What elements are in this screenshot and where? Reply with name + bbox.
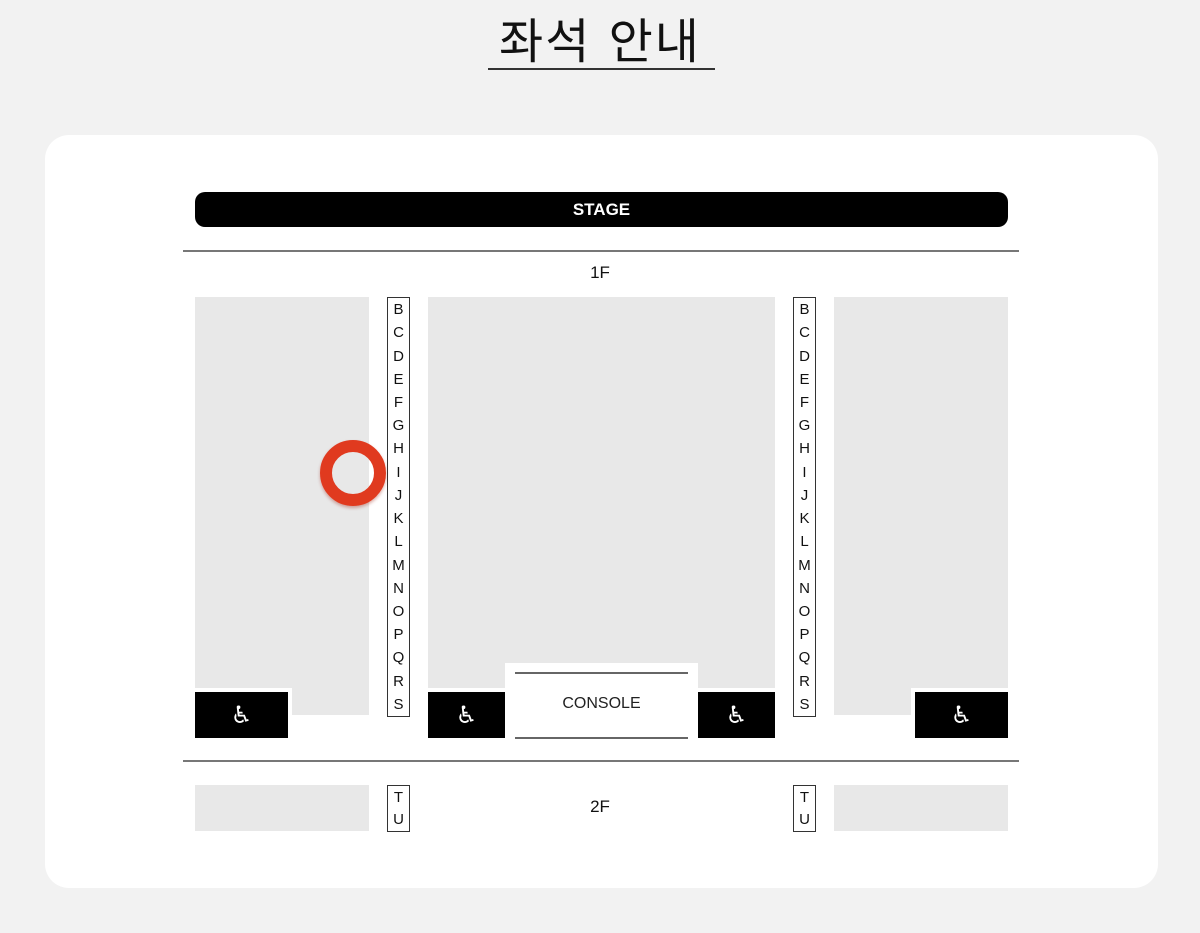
- wheelchair-icon: ♿︎: [950, 701, 973, 729]
- row-letter: U: [799, 811, 810, 829]
- row-letter: S: [393, 695, 404, 713]
- row-letter: L: [800, 533, 809, 551]
- row-letter: N: [799, 579, 810, 597]
- row-letter: T: [393, 788, 404, 806]
- row-letter: M: [392, 556, 405, 574]
- row-letters-left-2f: TU: [387, 785, 410, 832]
- row-letter: B: [393, 301, 404, 319]
- row-letter: O: [798, 602, 811, 620]
- row-letter: P: [393, 626, 404, 644]
- wheelchair-icon: ♿︎: [230, 701, 253, 729]
- row-letter: G: [392, 417, 405, 435]
- divider: [183, 760, 1019, 762]
- floor-label-1f: 1F: [590, 263, 610, 282]
- row-letter: C: [393, 324, 404, 342]
- wheelchair-icon: ♿︎: [455, 701, 478, 729]
- row-letter: E: [799, 370, 810, 388]
- row-letter: J: [800, 486, 809, 504]
- page-title: 좌석 안내: [499, 14, 701, 70]
- row-letters-right: BCDEFGHIJKLMNOPQRS: [793, 297, 816, 717]
- stage: STAGE: [195, 192, 1008, 227]
- row-letter: K: [799, 510, 810, 528]
- row-letter: I: [396, 463, 401, 481]
- console-label: CONSOLE: [562, 695, 641, 712]
- wheelchair-area-center-right[interactable]: ♿︎: [694, 688, 779, 742]
- row-letter: I: [802, 463, 807, 481]
- row-letter: R: [799, 672, 810, 690]
- console-line: [515, 737, 688, 739]
- section-left-1f[interactable]: [195, 297, 369, 715]
- row-letter: B: [799, 301, 810, 319]
- row-letter: D: [393, 347, 404, 365]
- section-left-2f[interactable]: [195, 785, 369, 831]
- floor-label-2f: 2F: [590, 797, 610, 816]
- console: CONSOLE: [505, 663, 698, 745]
- row-letter: D: [799, 347, 810, 365]
- row-letter: M: [798, 556, 811, 574]
- divider: [183, 250, 1019, 252]
- row-letters-left: BCDEFGHIJKLMNOPQRS: [387, 297, 410, 717]
- row-letter: H: [799, 440, 810, 458]
- row-letter: G: [798, 417, 811, 435]
- row-letter: J: [394, 486, 403, 504]
- section-center-1f[interactable]: [428, 297, 775, 690]
- stage-label: STAGE: [572, 199, 631, 219]
- row-letter: E: [393, 370, 404, 388]
- row-letter: N: [393, 579, 404, 597]
- wheelchair-area-right[interactable]: ♿︎: [911, 688, 1012, 742]
- row-letter: H: [393, 440, 404, 458]
- row-letter: T: [799, 788, 810, 806]
- row-letter: K: [393, 510, 404, 528]
- row-letters-right-2f: TU: [793, 785, 816, 832]
- wheelchair-area-left[interactable]: ♿︎: [191, 688, 292, 742]
- row-letter: O: [392, 602, 405, 620]
- location-ring-marker-icon: [320, 440, 386, 506]
- row-letter: C: [799, 324, 810, 342]
- row-letter: P: [799, 626, 810, 644]
- section-right-1f[interactable]: [834, 297, 1008, 715]
- wheelchair-area-center-left[interactable]: ♿︎: [424, 688, 509, 742]
- row-letter: S: [799, 695, 810, 713]
- console-line: [515, 672, 688, 674]
- row-letter: Q: [392, 649, 405, 667]
- row-letter: F: [393, 393, 404, 411]
- row-letter: L: [394, 533, 403, 551]
- row-letter: Q: [798, 649, 811, 667]
- section-right-2f[interactable]: [834, 785, 1008, 831]
- title-underline: [488, 68, 715, 70]
- wheelchair-icon: ♿︎: [725, 701, 748, 729]
- row-letter: R: [393, 672, 404, 690]
- row-letter: F: [799, 393, 810, 411]
- row-letter: U: [393, 811, 404, 829]
